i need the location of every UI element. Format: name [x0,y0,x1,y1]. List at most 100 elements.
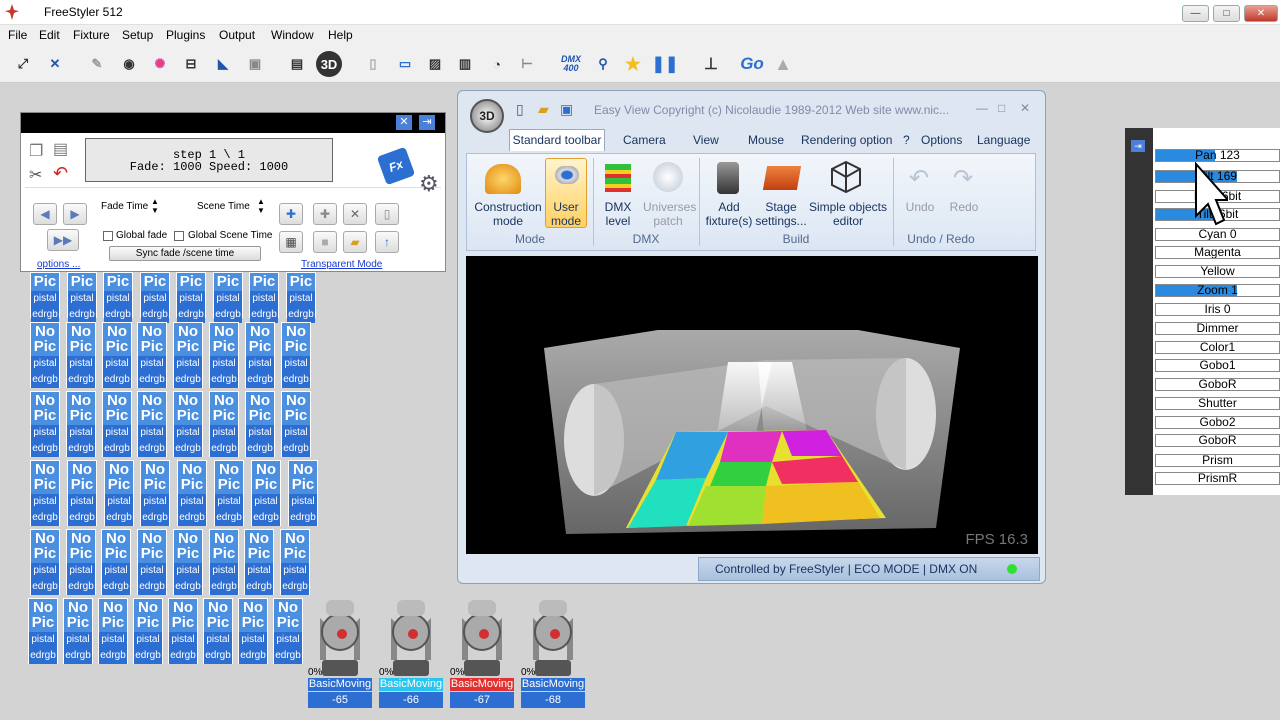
cut-icon[interactable]: ✂ [29,165,42,185]
ramp-icon[interactable]: ◣ [210,51,236,77]
warning-icon[interactable]: ▲ [770,51,796,77]
panel-icon[interactable]: ▣ [242,51,268,77]
fixture-tile[interactable]: No Pic pistal edrgb [63,598,93,664]
menu-file[interactable]: File [8,28,27,42]
options-link[interactable]: options ... [37,259,80,270]
fixture-tile[interactable]: No Pic pistal edrgb [173,391,203,457]
fixture-tile[interactable]: No Pic pistal edrgb [98,598,128,664]
fixture-tile[interactable]: Pic pistal edrgb [140,272,170,323]
channel-fader[interactable]: Prism [1155,454,1280,467]
fixture-tile[interactable]: No Pic pistal edrgb [137,529,167,595]
fixture-tile[interactable]: No Pic pistal edrgb [173,529,203,595]
fader-icon[interactable]: ⊟ [178,51,204,77]
channel-fader[interactable]: GoboR [1155,434,1280,447]
fixture-tile[interactable]: No Pic pistal edrgb [67,460,97,526]
fixture-tile[interactable]: No Pic pistal edrgb [288,460,318,526]
ev-minimize-button[interactable]: — [976,101,988,115]
fixture-tile[interactable]: Pic pistal edrgb [176,272,206,323]
dock-icon[interactable]: ⇥ [419,115,435,130]
fixture-tile[interactable]: Pic pistal edrgb [213,272,243,323]
channel-fader[interactable]: Cyan 0 [1155,228,1280,241]
fixture-tile[interactable]: No Pic pistal edrgb [281,322,311,388]
fixture-tile[interactable]: No Pic pistal edrgb [30,322,60,388]
fixture-select-icon[interactable]: ⤢ [10,51,36,77]
blackout-icon[interactable]: ⊥ [698,51,724,77]
global-fade-checkbox[interactable] [103,231,113,241]
maximize-button[interactable]: □ [1213,5,1240,22]
open-icon[interactable]: ▰ [538,101,549,118]
fixture-tile[interactable]: No Pic pistal edrgb [101,529,131,595]
channel-fader[interactable]: Magenta [1155,246,1280,259]
new-icon[interactable]: ▯ [516,101,524,118]
add-fixtures-button[interactable]: Add fixture(s) [703,200,755,228]
channel-fader[interactable]: Iris 0 [1155,303,1280,316]
blank-step-icon[interactable]: ▯ [375,203,399,225]
tab-view[interactable]: View [693,133,719,147]
stripes-icon[interactable]: ▨ [422,51,448,77]
channel-fader[interactable]: PrismR [1155,472,1280,485]
new-document-icon[interactable]: ▯ [360,51,386,77]
channel-fader[interactable]: Dimmer [1155,322,1280,335]
add-step-icon[interactable]: ✚ [279,203,303,225]
fixture-tile[interactable]: No Pic pistal edrgb [66,529,96,595]
global-scene-time-checkbox[interactable] [174,231,184,241]
fixture-tile[interactable]: No Pic pistal edrgb [203,598,233,664]
fixture-tile[interactable]: No Pic pistal edrgb [66,391,96,457]
minimize-button[interactable]: — [1182,5,1209,22]
undo-icon[interactable]: ↶ [53,163,68,184]
ev-maximize-button[interactable]: □ [998,101,1005,115]
next-step-button[interactable]: ▶ [63,203,87,225]
beam-icon[interactable]: ⊢ [514,51,540,77]
gobo-wheel-icon[interactable]: ◉ [116,51,142,77]
menu-edit[interactable]: Edit [39,28,60,42]
tab-mouse[interactable]: Mouse [748,133,784,147]
play-button[interactable]: ▶▶ [47,229,79,251]
menu-fixture[interactable]: Fixture [73,28,110,42]
simple-objects-editor-button[interactable]: Simple objects editor [807,200,889,228]
options-menu[interactable]: Options [921,133,962,147]
fixture-tile[interactable]: No Pic pistal edrgb [30,529,60,595]
stop-icon[interactable]: ■ [313,231,337,253]
fixture-tile[interactable]: No Pic pistal edrgb [281,391,311,457]
channel-fader[interactable]: Shutter [1155,397,1280,410]
help-menu[interactable]: ? [903,133,910,147]
3d-logo-icon[interactable]: 3D [470,99,504,133]
fixture-tile[interactable]: No Pic pistal edrgb [102,322,132,388]
tab-rendering-option[interactable]: Rendering option [801,133,892,147]
cue-icon[interactable]: ▭ [392,51,418,77]
fixture-tile[interactable]: No Pic pistal edrgb [30,460,60,526]
channel-fader[interactable]: Yellow [1155,265,1280,278]
3d-view-icon[interactable]: 3D [316,51,342,77]
moving-head-fixture[interactable]: 0% BasicMoving -67 [450,594,514,712]
3d-stage-view[interactable]: FPS 16.3 [466,256,1038,554]
save-icon[interactable]: ▣ [560,101,573,118]
paste-icon[interactable]: ▤ [53,139,68,159]
ev-close-button[interactable]: ✕ [1020,101,1030,115]
user-mode-button[interactable]: User mode [545,200,587,228]
fixture-tile[interactable]: No Pic pistal edrgb [280,529,310,595]
channel-fader[interactable]: GoboR [1155,378,1280,391]
fixture-tile[interactable]: No Pic pistal edrgb [251,460,281,526]
scene-time-spinner[interactable]: ▲ ▼ [257,197,265,215]
fixture-tile[interactable]: No Pic pistal edrgb [238,598,268,664]
open-folder-icon[interactable]: ▰ [343,231,367,253]
fade-time-spinner[interactable]: ▲ ▼ [151,197,159,215]
fixture-tile[interactable]: No Pic pistal edrgb [209,529,239,595]
merge-step-icon[interactable]: ✚ [313,203,337,225]
speaker-icon[interactable]: ◔ [484,51,510,77]
close-button[interactable]: ✕ [1244,5,1278,22]
language-menu[interactable]: Language [977,133,1030,147]
channel-fader[interactable]: Color1 [1155,341,1280,354]
faders-icon[interactable]: ▥ [452,51,478,77]
star-icon[interactable]: ★ [620,51,646,77]
close-icon[interactable]: ✕ [396,115,412,130]
tab-camera[interactable]: Camera [623,133,666,147]
menu-output[interactable]: Output [219,28,255,42]
go-button[interactable]: Go [736,51,768,77]
menu-help[interactable]: Help [328,28,353,42]
print-step-icon[interactable]: ▦ [279,231,303,253]
moving-head-fixture[interactable]: 0% BasicMoving -66 [379,594,443,712]
fixture-tile[interactable]: No Pic pistal edrgb [66,322,96,388]
stage-settings-button[interactable]: Stage settings... [753,200,809,228]
fx-button[interactable]: Fx [376,146,416,186]
